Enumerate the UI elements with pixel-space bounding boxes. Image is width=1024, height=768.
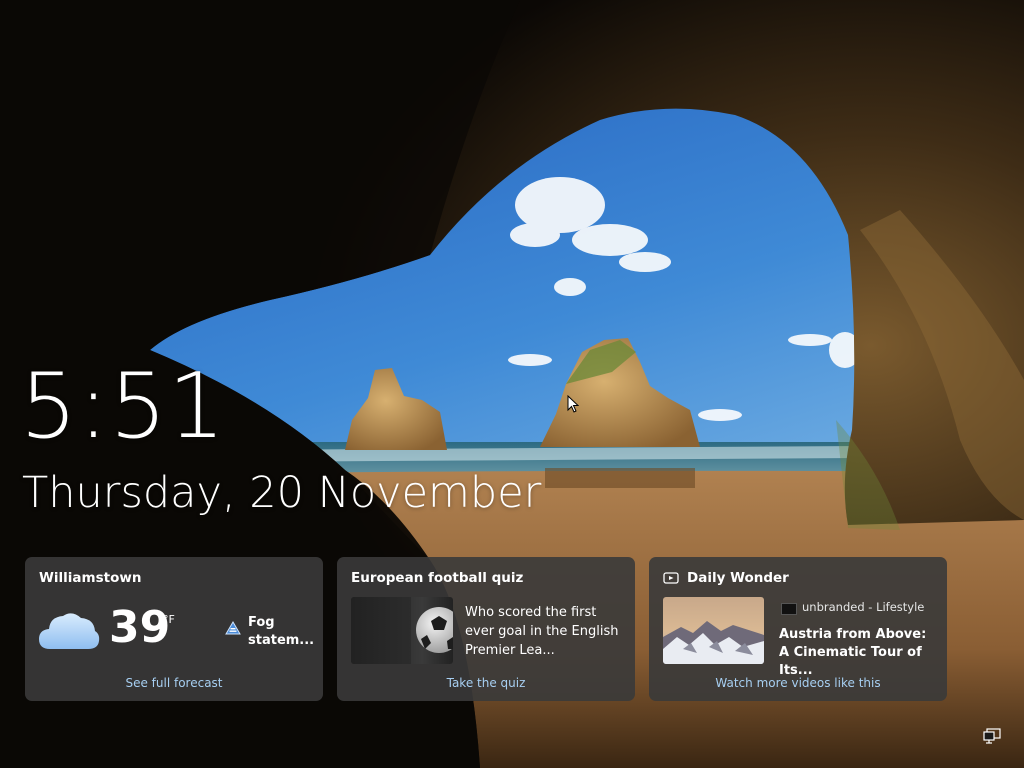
- source-logo: [781, 603, 797, 615]
- warning-icon: [225, 621, 241, 635]
- watch-more-videos-link[interactable]: Watch more videos like this: [649, 676, 947, 690]
- lockscreen-time: 5:51: [20, 354, 227, 459]
- network-icon[interactable]: [983, 728, 1001, 744]
- take-the-quiz-link[interactable]: Take the quiz: [337, 676, 635, 690]
- quiz-title: European football quiz: [351, 570, 524, 586]
- quiz-question: Who scored the first ever goal in the En…: [465, 605, 619, 658]
- see-full-forecast-link[interactable]: See full forecast: [25, 676, 323, 690]
- weather-location: Williamstown: [39, 570, 142, 586]
- temperature: 39: [109, 602, 171, 653]
- lockscreen-date: Thursday, 20 November: [22, 468, 542, 518]
- cloud-icon: [39, 613, 100, 649]
- daily-wonder-headline[interactable]: Austria from Above: A Cinematic Tour of …: [779, 626, 939, 680]
- daily-wonder-source: unbranded - Lifestyle: [802, 600, 925, 614]
- soccer-ball-image: [351, 597, 453, 664]
- weather-card[interactable]: Williamstown 39 °F Fog statem... See ful…: [25, 557, 323, 701]
- quiz-card[interactable]: European football quiz Who scored the fi…: [337, 557, 635, 701]
- mouse-cursor-icon: [567, 395, 579, 413]
- daily-wonder-title: Daily Wonder: [687, 570, 789, 586]
- temperature-unit: °F: [163, 613, 175, 626]
- weather-alert[interactable]: Fog statem...: [248, 614, 314, 650]
- video-icon: [663, 572, 679, 584]
- daily-wonder-card[interactable]: Daily Wonder unbranded - Lifestyle Austr…: [649, 557, 947, 701]
- snowy-mountains-image: [663, 597, 764, 664]
